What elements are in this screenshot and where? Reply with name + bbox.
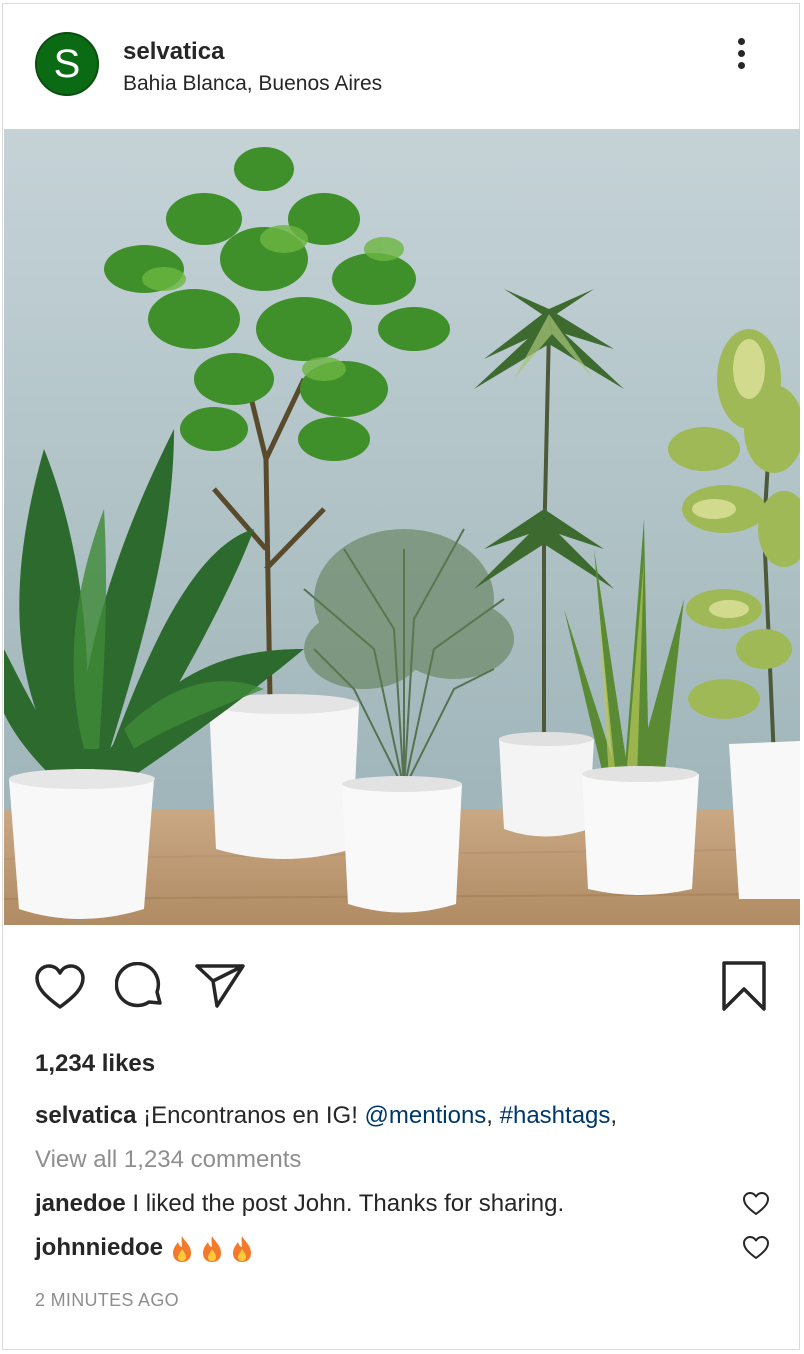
view-all-comments-link[interactable]: View all 1,234 comments — [35, 1146, 301, 1174]
fire-emoji-icon — [233, 1235, 251, 1262]
post-caption: selvatica ¡Encontranos en IG! @mentions,… — [35, 1102, 617, 1130]
post-timestamp: 2 MINUTES AGO — [35, 1290, 179, 1310]
likes-count[interactable]: 1,234 likes — [35, 1050, 155, 1078]
bookmark-icon[interactable] — [721, 960, 767, 1012]
post-card: S selvatica Bahia Blanca, Buenos Aires 1… — [2, 3, 800, 1350]
comment-icon[interactable] — [115, 962, 165, 1012]
avatar[interactable]: S — [35, 32, 99, 96]
post-header: S selvatica Bahia Blanca, Buenos Aires — [3, 4, 799, 128]
comment-heart-icon[interactable] — [743, 1236, 769, 1260]
post-image[interactable] — [4, 129, 800, 925]
fire-emoji-icon — [203, 1235, 221, 1262]
comment-row: janedoe I liked the post John. Thanks fo… — [35, 1190, 564, 1218]
heart-icon[interactable] — [35, 964, 85, 1010]
comment-username[interactable]: johnniedoe — [35, 1234, 163, 1261]
caption-hashtags[interactable]: #hashtags — [500, 1102, 611, 1129]
fire-emoji-icon — [173, 1235, 191, 1262]
post-location[interactable]: Bahia Blanca, Buenos Aires — [123, 72, 382, 96]
caption-mentions[interactable]: @mentions — [365, 1102, 487, 1129]
comment-text: I liked the post John. Thanks for sharin… — [125, 1190, 565, 1217]
more-options-icon[interactable] — [729, 38, 753, 78]
share-icon[interactable] — [195, 962, 245, 1008]
caption-separator: , — [486, 1102, 500, 1129]
comment-heart-icon[interactable] — [743, 1192, 769, 1216]
comment-username[interactable]: janedoe — [35, 1190, 126, 1217]
caption-text: ¡Encontranos en IG! — [136, 1102, 365, 1129]
post-username[interactable]: selvatica — [123, 38, 224, 66]
caption-separator: , — [610, 1102, 618, 1129]
action-bar — [3, 954, 799, 1024]
comment-row: johnniedoe — [35, 1234, 253, 1263]
avatar-letter: S — [53, 42, 81, 86]
caption-username[interactable]: selvatica — [35, 1102, 136, 1129]
